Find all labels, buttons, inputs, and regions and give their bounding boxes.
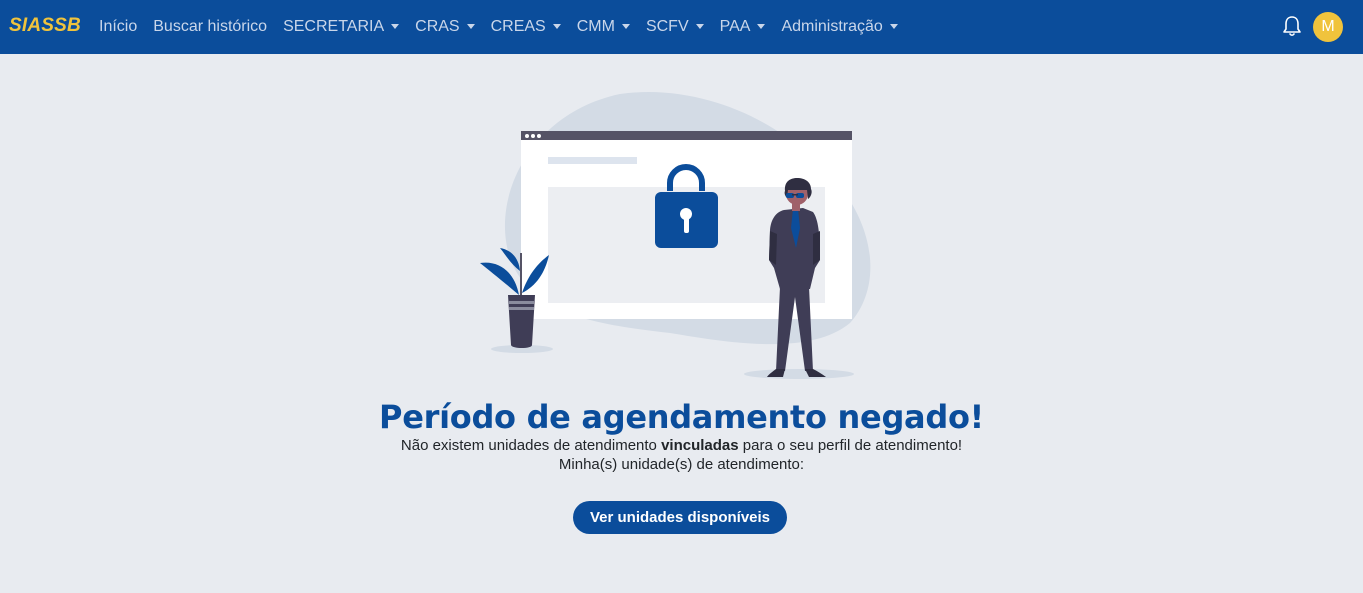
caret-down-icon [552,23,561,29]
caret-down-icon [621,23,630,29]
top-navbar: SIASSB Início Buscar histórico SECRETARI… [0,0,1363,54]
access-denied-illustration [470,88,890,384]
nav-item-inicio[interactable]: Início [91,18,145,36]
nav-dropdown-paa[interactable]: PAA [712,18,774,36]
no-units-message: Não existem unidades de atendimento vinc… [0,437,1363,454]
nav-menu: Início Buscar histórico SECRETARIA CRAS … [91,0,906,54]
nav-item-label: CRAS [415,18,460,35]
bell-icon[interactable] [1282,15,1302,37]
nav-dropdown-creas[interactable]: CREAS [483,18,569,36]
user-avatar[interactable]: M [1313,12,1343,42]
nav-item-label: PAA [719,18,751,35]
nav-dropdown-scfv[interactable]: SCFV [638,18,712,36]
nav-item-buscar-historico[interactable]: Buscar histórico [145,18,275,36]
nav-dropdown-cmm[interactable]: CMM [569,18,638,36]
nav-item-label: SECRETARIA [283,18,385,35]
units-label: Minha(s) unidade(s) de atendimento: [558,456,805,473]
message-bold-text: vinculadas [661,437,739,454]
nav-item-label: Início [99,18,138,35]
nav-item-label: CREAS [490,18,546,35]
message-text: para o seu perfil de atendimento! [738,437,963,454]
brand-logo[interactable]: SIASSB [9,15,81,37]
nav-dropdown-administracao[interactable]: Administração [773,18,905,36]
view-available-units-button[interactable]: Ver unidades disponíveis [573,501,787,534]
message-text: Não existem unidades de atendimento [400,437,662,454]
nav-item-label: CMM [576,18,615,35]
nav-item-label: SCFV [645,18,689,35]
nav-item-label: Administração [781,18,883,35]
nav-item-label: Buscar histórico [153,18,268,35]
caret-down-icon [391,23,400,29]
page-title: Período de agendamento negado! [379,398,984,436]
caret-down-icon [757,23,766,29]
caret-down-icon [466,23,475,29]
nav-dropdown-secretaria[interactable]: SECRETARIA [275,18,407,36]
caret-down-icon [889,23,898,29]
nav-dropdown-cras[interactable]: CRAS [407,18,482,36]
caret-down-icon [695,23,704,29]
